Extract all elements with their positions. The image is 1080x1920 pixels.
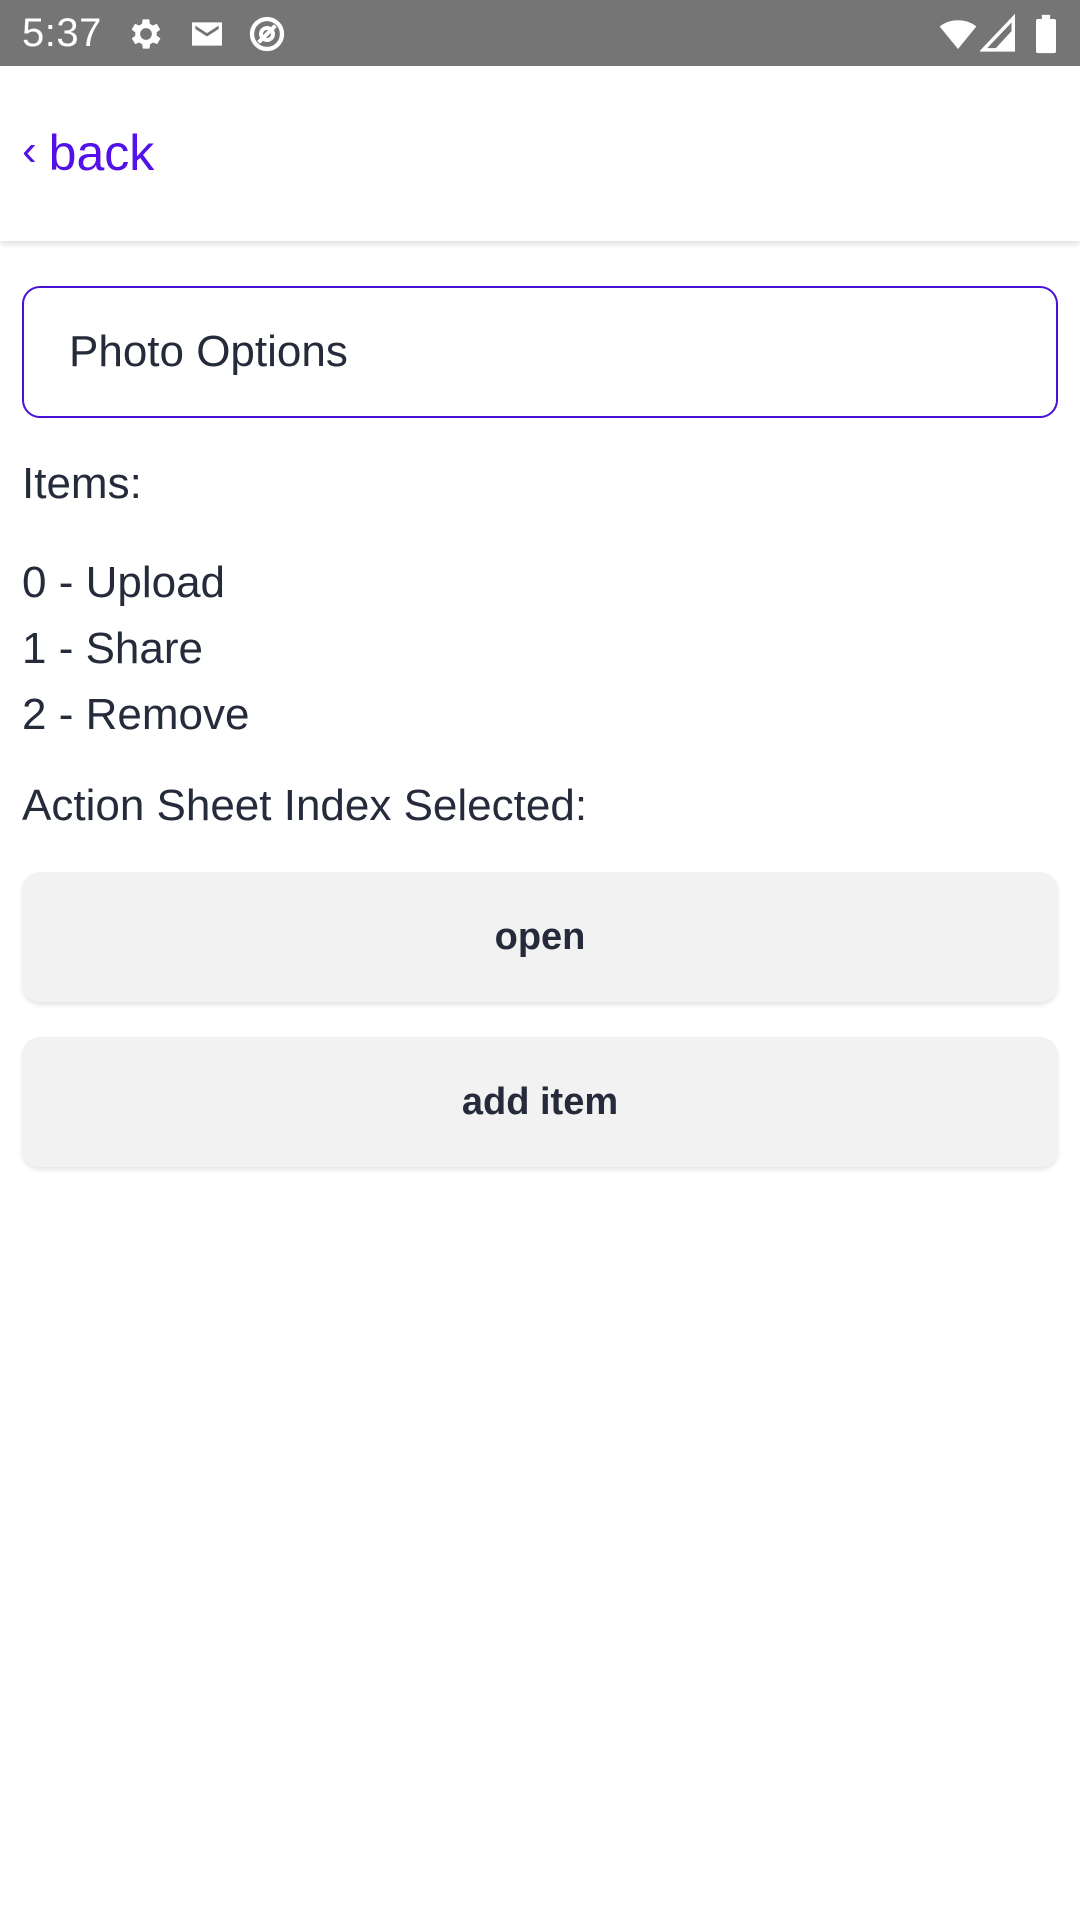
items-label: Items:	[22, 459, 142, 508]
status-time: 5:37	[22, 11, 102, 55]
title-input[interactable]	[22, 286, 1058, 418]
open-button[interactable]: open	[22, 872, 1058, 1002]
app-header: ‹ back	[0, 66, 1080, 241]
selected-index-label: Action Sheet Index Selected:	[22, 781, 588, 830]
status-bar: 5:37	[0, 0, 1080, 66]
items-list: 0 - Upload 1 - Share 2 - Remove	[22, 550, 1058, 748]
chevron-left-icon: ‹	[22, 126, 37, 175]
list-item: 0 - Upload	[22, 558, 226, 607]
add-item-button[interactable]: add item	[22, 1037, 1058, 1167]
main-content: Items: 0 - Upload 1 - Share 2 - Remove A…	[22, 286, 1058, 1167]
gear-icon	[126, 14, 166, 54]
back-label: back	[48, 125, 155, 181]
battery-icon	[1032, 14, 1060, 54]
list-item: 1 - Share	[22, 624, 203, 673]
signal-icon	[980, 14, 1018, 54]
list-item: 2 - Remove	[22, 690, 250, 739]
at-sign-icon	[247, 14, 287, 54]
back-button[interactable]: ‹ back	[22, 118, 154, 188]
wifi-icon	[935, 14, 981, 54]
mail-icon	[187, 14, 227, 54]
